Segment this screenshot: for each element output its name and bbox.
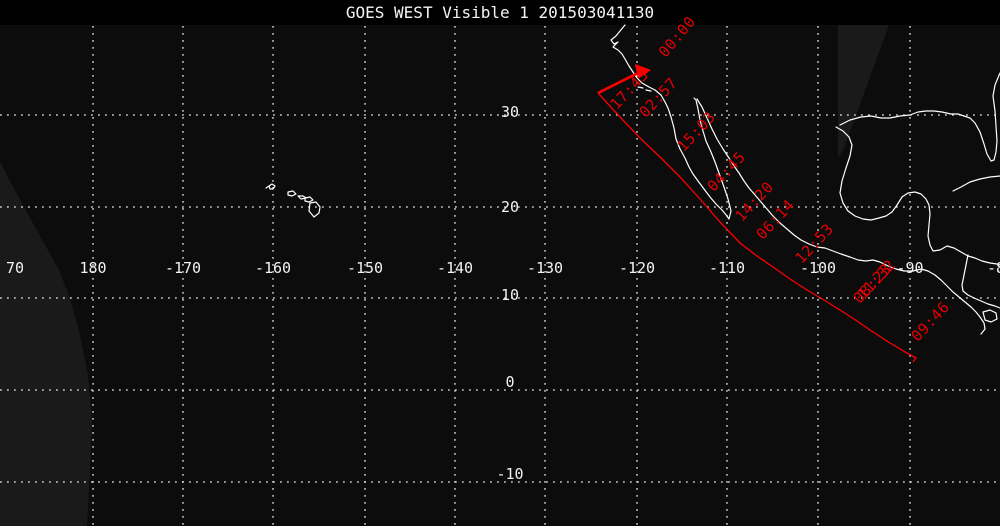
satellite-image-viewer: GOES WEST Visible 1 201503041130 70 180 -1… — [0, 0, 1000, 526]
latitude-label: 30 — [501, 103, 519, 121]
longitude-label: -150 — [347, 259, 383, 277]
latitude-label: 20 — [501, 198, 519, 216]
longitude-label: -160 — [255, 259, 291, 277]
longitude-label: -130 — [527, 259, 563, 277]
longitude-label: -140 — [437, 259, 473, 277]
longitude-label: 70 — [6, 259, 24, 277]
latitude-label: 0 — [505, 373, 514, 391]
satellite-map: 70 180 -170 -160 -150 -140 -130 -120 -110 -10 0 -90… — [0, 13, 1000, 526]
latitude-label: -10 — [496, 465, 523, 483]
longitude-label: -110 — [709, 259, 745, 277]
longitude-label: 180 — [79, 259, 106, 277]
longitude-label: -90 — [896, 259, 923, 277]
longitude-label: -170 — [165, 259, 201, 277]
longitude-label: -8 — [987, 259, 1000, 277]
latitude-label: 10 — [501, 286, 519, 304]
longitude-label: -120 — [619, 259, 655, 277]
